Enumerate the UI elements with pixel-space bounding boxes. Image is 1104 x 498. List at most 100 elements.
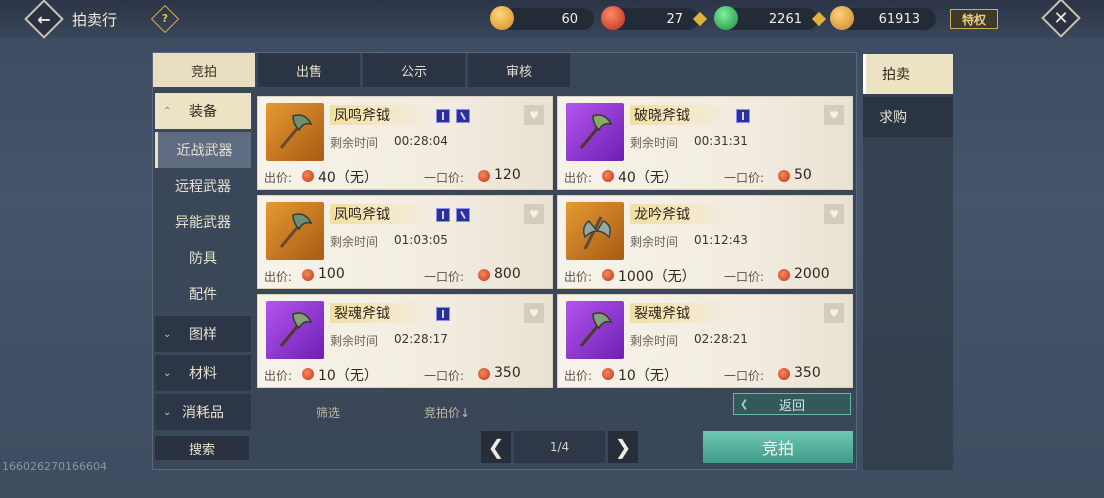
help-icon[interactable]: ? <box>150 4 180 34</box>
favorite-heart-icon[interactable]: ♥ <box>824 204 844 224</box>
side-tab-request[interactable]: 求购 <box>863 97 953 137</box>
gem-slot-icon <box>436 208 450 222</box>
category-material[interactable]: ⌄ 材料 <box>155 355 251 391</box>
player-uid: 166026270166604 <box>2 460 107 473</box>
item-name: 裂魂斧钺 <box>630 303 730 323</box>
buyout-label: 一口价: <box>724 369 765 383</box>
vip-badge[interactable]: 特权 <box>950 9 998 29</box>
red-gem-icon <box>478 170 490 182</box>
time-left-label: 剩余时间 <box>630 334 679 348</box>
tab-review[interactable]: 审核 <box>468 53 570 87</box>
tab-bid[interactable]: 竞拍 <box>153 53 255 87</box>
page-indicator: 1/4 <box>514 431 605 463</box>
item-name: 裂魂斧钺 <box>330 303 430 323</box>
item-card[interactable]: 凤鸣斧钺 ♥ 剩余时间 01:03:05 出价: 100 一口价: 800 <box>257 195 553 289</box>
gem-slot-icon <box>456 109 470 123</box>
category-consumable[interactable]: ⌄ 消耗品 <box>155 394 251 430</box>
favorite-heart-icon[interactable]: ♥ <box>524 303 544 323</box>
chevron-down-icon: ⌄ <box>163 328 172 340</box>
red-gem-icon <box>778 368 790 380</box>
item-name: 凤鸣斧钺 <box>330 204 430 224</box>
chevron-down-icon: ⌄ <box>163 367 172 379</box>
red-gem-icon <box>302 269 314 281</box>
prev-page-button[interactable]: ❮ <box>481 431 511 463</box>
filter-button[interactable]: 筛选 <box>270 402 386 422</box>
back-button[interactable]: ← <box>24 0 64 39</box>
next-page-button[interactable]: ❯ <box>608 431 638 463</box>
tab-sell[interactable]: 出售 <box>258 53 360 87</box>
time-left-value: 01:12:43 <box>694 233 748 247</box>
return-button[interactable]: ❮ 返回 <box>733 393 851 415</box>
gem-slot-icon <box>436 307 450 321</box>
bid-value: 10（无） <box>618 368 678 384</box>
buyout-label: 一口价: <box>724 270 765 284</box>
currency-red-gem: 27 <box>601 6 708 30</box>
bid-label: 出价: <box>264 171 293 185</box>
category-blueprint[interactable]: ⌄ 图样 <box>155 316 251 352</box>
category-equipment[interactable]: ⌃ 装备 <box>155 93 251 129</box>
buyout-value: 50 <box>794 167 812 183</box>
bid-label: 出价: <box>564 171 593 185</box>
chevron-left-icon: ❮ <box>487 435 505 459</box>
red-gem-icon <box>778 269 790 281</box>
bid-button[interactable]: 竞拍 <box>703 431 853 463</box>
time-left-value: 02:28:17 <box>394 332 448 346</box>
bid-value: 1000（无） <box>618 269 696 285</box>
close-button[interactable]: ✕ <box>1041 0 1081 38</box>
axe-icon <box>266 202 324 260</box>
chevron-left-icon: ❮ <box>740 398 749 410</box>
gem-slot-icon <box>736 109 750 123</box>
buyout-value: 120 <box>494 167 521 183</box>
search-button[interactable]: 搜索 <box>155 436 249 460</box>
bid-label: 出价: <box>564 270 593 284</box>
item-card[interactable]: 破晓斧钺 ♥ 剩余时间 00:31:31 出价: 40（无） 一口价: 50 <box>557 96 853 190</box>
side-tab-bar: 拍卖 求购 <box>863 54 953 470</box>
gold-ingot-icon <box>830 6 854 30</box>
subcategory-armor[interactable]: 防具 <box>155 240 251 276</box>
axe-icon <box>266 103 324 161</box>
gold-coin-icon <box>490 6 514 30</box>
side-tab-auction[interactable]: 拍卖 <box>863 54 953 94</box>
item-name: 凤鸣斧钺 <box>330 105 430 125</box>
category-list: ⌃ 装备 近战武器 远程武器 异能武器 防具 配件 ⌄ 图样 ⌄ 材料 ⌄ 消耗… <box>155 93 251 433</box>
favorite-heart-icon[interactable]: ♥ <box>524 105 544 125</box>
gem-slot-icon <box>456 208 470 222</box>
time-left-label: 剩余时间 <box>330 334 379 348</box>
chevron-up-icon: ⌃ <box>163 105 172 117</box>
add-green-gem-icon[interactable] <box>811 11 827 27</box>
favorite-heart-icon[interactable]: ♥ <box>824 303 844 323</box>
gem-slot-icon <box>436 109 450 123</box>
buyout-value: 2000 <box>794 266 830 282</box>
bid-value: 40（无） <box>318 170 378 186</box>
buyout-value: 350 <box>494 365 521 381</box>
item-name: 破晓斧钺 <box>630 105 730 125</box>
chevron-down-icon: ⌄ <box>163 406 172 418</box>
currency-green-gem: 2261 <box>714 6 827 30</box>
top-bar: ← 拍卖行 ? 60 27 2261 61913 特权 ✕ <box>0 0 1104 39</box>
bid-value: 100 <box>318 266 345 282</box>
item-card[interactable]: 凤鸣斧钺 ♥ 剩余时间 00:28:04 出价: 40（无） 一口价: 120 <box>257 96 553 190</box>
subcategory-psionic[interactable]: 异能武器 <box>155 204 251 240</box>
time-left-value: 01:03:05 <box>394 233 448 247</box>
bid-value: 10（无） <box>318 368 378 384</box>
item-card[interactable]: 龙吟斧钺 ♥ 剩余时间 01:12:43 出价: 1000（无） 一口价: 20… <box>557 195 853 289</box>
item-name: 龙吟斧钺 <box>630 204 730 224</box>
tab-announce[interactable]: 公示 <box>363 53 465 87</box>
item-card[interactable]: 裂魂斧钺 ♥ 剩余时间 02:28:17 出价: 10（无） 一口价: 350 <box>257 294 553 388</box>
buyout-label: 一口价: <box>424 369 465 383</box>
red-gem-icon <box>602 269 614 281</box>
sort-button[interactable]: 竞拍价↓ <box>389 402 505 422</box>
item-card[interactable]: 裂魂斧钺 ♥ 剩余时间 02:28:21 出价: 10（无） 一口价: 350 <box>557 294 853 388</box>
subcategory-accessory[interactable]: 配件 <box>155 276 251 312</box>
page-title: 拍卖行 <box>72 11 118 29</box>
currency-gold-coin: 60 <box>490 6 594 30</box>
subcategory-ranged[interactable]: 远程武器 <box>155 168 251 204</box>
axe-icon <box>266 301 324 359</box>
favorite-heart-icon[interactable]: ♥ <box>824 105 844 125</box>
bid-label: 出价: <box>264 270 293 284</box>
subcategory-melee[interactable]: 近战武器 <box>155 132 251 168</box>
buyout-label: 一口价: <box>724 171 765 185</box>
favorite-heart-icon[interactable]: ♥ <box>524 204 544 224</box>
add-red-gem-icon[interactable] <box>692 11 708 27</box>
green-gem-icon <box>714 6 738 30</box>
